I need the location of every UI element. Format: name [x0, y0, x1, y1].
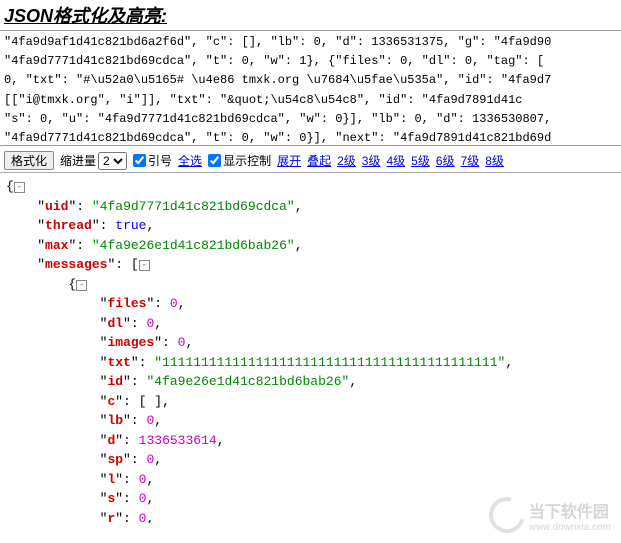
collapse-toggle-icon[interactable]: - [14, 182, 25, 193]
level-2-link[interactable]: 2级 [337, 152, 356, 169]
section-title: JSON格式化及高亮: [0, 0, 621, 31]
showcontrol-checkbox[interactable] [208, 154, 221, 167]
level-6-link[interactable]: 6级 [436, 152, 455, 169]
toolbar: 格式化 缩进量 2 引号 全选 显示控制 展开 叠起 2级 3级 4级 5级 6… [0, 149, 621, 173]
quote-label: 引号 [148, 152, 172, 169]
format-button[interactable]: 格式化 [4, 151, 54, 170]
collapse-toggle-icon[interactable]: - [76, 280, 87, 291]
expand-link[interactable]: 展开 [277, 152, 301, 169]
raw-json-input[interactable] [0, 31, 621, 146]
indent-group: 缩进量 2 [60, 152, 127, 170]
level-8-link[interactable]: 8级 [485, 152, 504, 169]
collapse-link[interactable]: 叠起 [307, 152, 331, 169]
showcontrol-checkbox-group[interactable]: 显示控制 [208, 152, 271, 169]
indent-select[interactable]: 2 [98, 152, 127, 170]
quote-checkbox[interactable] [133, 154, 146, 167]
quote-checkbox-group[interactable]: 引号 [133, 152, 172, 169]
level-5-link[interactable]: 5级 [411, 152, 430, 169]
formatted-json-viewer: {- "uid": "4fa9d7771d41c821bd69cdca", "t… [0, 173, 621, 523]
watermark-url: www.downxia.com [529, 522, 611, 533]
collapse-toggle-icon[interactable]: - [139, 260, 150, 271]
select-all-link[interactable]: 全选 [178, 152, 202, 169]
level-7-link[interactable]: 7级 [461, 152, 480, 169]
level-3-link[interactable]: 3级 [362, 152, 381, 169]
indent-label: 缩进量 [60, 152, 96, 169]
level-4-link[interactable]: 4级 [386, 152, 405, 169]
showcontrol-label: 显示控制 [223, 152, 271, 169]
